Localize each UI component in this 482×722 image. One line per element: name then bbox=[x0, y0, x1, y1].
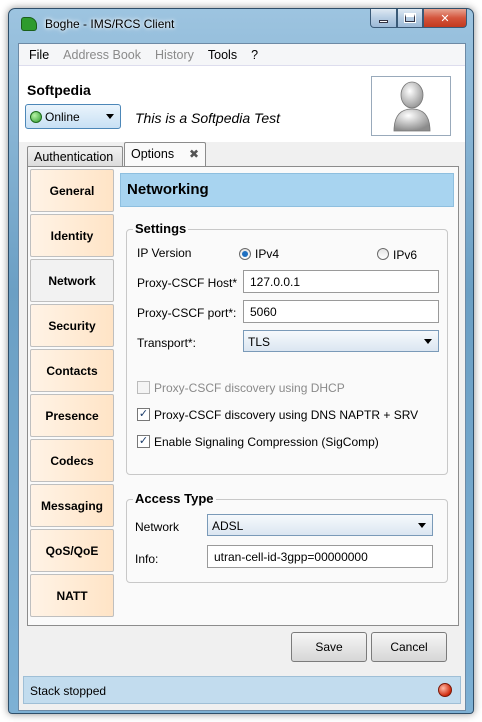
section-title: Networking bbox=[120, 173, 454, 207]
transport-label: Transport*: bbox=[137, 336, 196, 350]
ipv6-radio[interactable] bbox=[377, 248, 389, 260]
nav-qos-qoe[interactable]: QoS/QoE bbox=[30, 529, 114, 572]
nav-presence[interactable]: Presence bbox=[30, 394, 114, 437]
minimize-icon bbox=[379, 19, 388, 23]
sigcomp-label: Enable Signaling Compression (SigComp) bbox=[154, 435, 379, 449]
save-button[interactable]: Save bbox=[291, 632, 367, 662]
app-logo-icon bbox=[21, 17, 37, 31]
app-window: Boghe - IMS/RCS Client ✕ File Address Bo… bbox=[8, 8, 474, 714]
maximize-icon bbox=[404, 13, 416, 23]
menu-help[interactable]: ? bbox=[251, 48, 258, 62]
menu-history[interactable]: History bbox=[155, 48, 194, 62]
nav-label: Identity bbox=[50, 228, 94, 243]
nav-label: Presence bbox=[45, 408, 99, 423]
port-label: Proxy-CSCF port*: bbox=[137, 306, 237, 320]
nav-identity[interactable]: Identity bbox=[30, 214, 114, 257]
tab-options[interactable]: Options ✖ bbox=[124, 142, 206, 166]
tab-strip: Authentication Options ✖ bbox=[19, 142, 465, 166]
close-button[interactable]: ✕ bbox=[423, 9, 467, 28]
options-panel: General Identity Network Security Contac… bbox=[27, 166, 459, 626]
access-group-title: Access Type bbox=[133, 491, 216, 506]
nav-network[interactable]: Network bbox=[30, 259, 114, 302]
nav-messaging[interactable]: Messaging bbox=[30, 484, 114, 527]
chevron-down-icon bbox=[418, 523, 426, 528]
nav-codecs[interactable]: Codecs bbox=[30, 439, 114, 482]
profile-header: Softpedia Online This is a Softpedia Tes… bbox=[19, 66, 465, 142]
title-bar[interactable]: Boghe - IMS/RCS Client ✕ bbox=[9, 9, 473, 39]
maximize-button[interactable] bbox=[397, 9, 423, 28]
ipv4-radio[interactable] bbox=[239, 248, 251, 260]
presence-online-icon bbox=[30, 110, 42, 123]
menu-file[interactable]: File bbox=[29, 48, 49, 62]
cancel-button[interactable]: Cancel bbox=[371, 632, 447, 662]
chevron-down-icon bbox=[106, 114, 114, 119]
free-text-status[interactable]: This is a Softpedia Test bbox=[135, 110, 280, 126]
presence-value: Online bbox=[45, 109, 80, 124]
network-value: ADSL bbox=[212, 519, 244, 533]
nav-security[interactable]: Security bbox=[30, 304, 114, 347]
naptr-checkbox[interactable]: ✓ bbox=[137, 408, 150, 421]
tab-label: Authentication bbox=[34, 150, 114, 164]
tab-label: Options bbox=[131, 147, 175, 161]
nav-label: Security bbox=[48, 318, 96, 333]
transport-select[interactable]: TLS bbox=[243, 330, 439, 352]
window-controls: ✕ bbox=[370, 9, 467, 29]
window-title: Boghe - IMS/RCS Client bbox=[45, 17, 175, 31]
nav-label: General bbox=[49, 183, 95, 198]
close-tab-icon[interactable]: ✖ bbox=[189, 147, 199, 161]
nav-label: Contacts bbox=[46, 363, 98, 378]
status-bar: Stack stopped bbox=[23, 676, 461, 704]
stack-status-icon bbox=[438, 683, 452, 697]
nav-label: QoS/QoE bbox=[45, 543, 99, 558]
ipv4-label: IPv4 bbox=[255, 247, 280, 261]
nav-label: Network bbox=[48, 273, 96, 288]
dhcp-checkbox[interactable] bbox=[137, 381, 150, 394]
status-text: Stack stopped bbox=[30, 684, 107, 698]
host-input[interactable]: 127.0.0.1 bbox=[243, 270, 439, 293]
network-label: Network bbox=[135, 520, 180, 534]
menu-bar: File Address Book History Tools ? bbox=[19, 44, 465, 66]
transport-value: TLS bbox=[248, 335, 271, 349]
info-input[interactable]: utran-cell-id-3gpp=00000000 bbox=[207, 545, 433, 568]
display-name: Softpedia bbox=[27, 82, 91, 98]
ipv6-label: IPv6 bbox=[393, 248, 418, 262]
access-type-group: Access Type Network ADSL Info: utran-cel… bbox=[126, 491, 448, 583]
tab-authentication[interactable]: Authentication bbox=[27, 146, 123, 166]
sigcomp-checkbox[interactable]: ✓ bbox=[137, 435, 150, 448]
menu-address-book[interactable]: Address Book bbox=[63, 48, 141, 62]
menu-tools[interactable]: Tools bbox=[208, 48, 237, 62]
nav-label: Messaging bbox=[40, 498, 103, 513]
port-input[interactable]: 5060 bbox=[243, 300, 439, 323]
settings-group: Settings IP Version IPv4 IPv6 Proxy-CSCF… bbox=[126, 221, 448, 475]
client-area: File Address Book History Tools ? Softpe… bbox=[18, 43, 466, 711]
avatar-person-icon bbox=[393, 81, 431, 132]
options-sidebar: General Identity Network Security Contac… bbox=[30, 169, 115, 623]
network-select[interactable]: ADSL bbox=[207, 514, 433, 536]
naptr-label: Proxy-CSCF discovery using DNS NAPTR + S… bbox=[154, 408, 419, 422]
nav-natt[interactable]: NATT bbox=[30, 574, 114, 617]
host-label: Proxy-CSCF Host* bbox=[137, 276, 238, 290]
avatar[interactable] bbox=[371, 76, 451, 136]
presence-dropdown[interactable]: Online bbox=[25, 104, 121, 129]
close-icon: ✕ bbox=[440, 12, 450, 25]
nav-contacts[interactable]: Contacts bbox=[30, 349, 114, 392]
dhcp-label: Proxy-CSCF discovery using DHCP bbox=[154, 381, 345, 395]
settings-group-title: Settings bbox=[133, 221, 189, 236]
nav-general[interactable]: General bbox=[30, 169, 114, 212]
ip-version-label: IP Version bbox=[137, 246, 192, 260]
nav-label: Codecs bbox=[50, 453, 94, 468]
nav-label: NATT bbox=[56, 588, 88, 603]
network-settings: Networking Settings IP Version IPv4 IPv6… bbox=[120, 171, 456, 621]
minimize-button[interactable] bbox=[370, 9, 397, 28]
info-label: Info: bbox=[135, 552, 159, 566]
chevron-down-icon bbox=[424, 339, 432, 344]
